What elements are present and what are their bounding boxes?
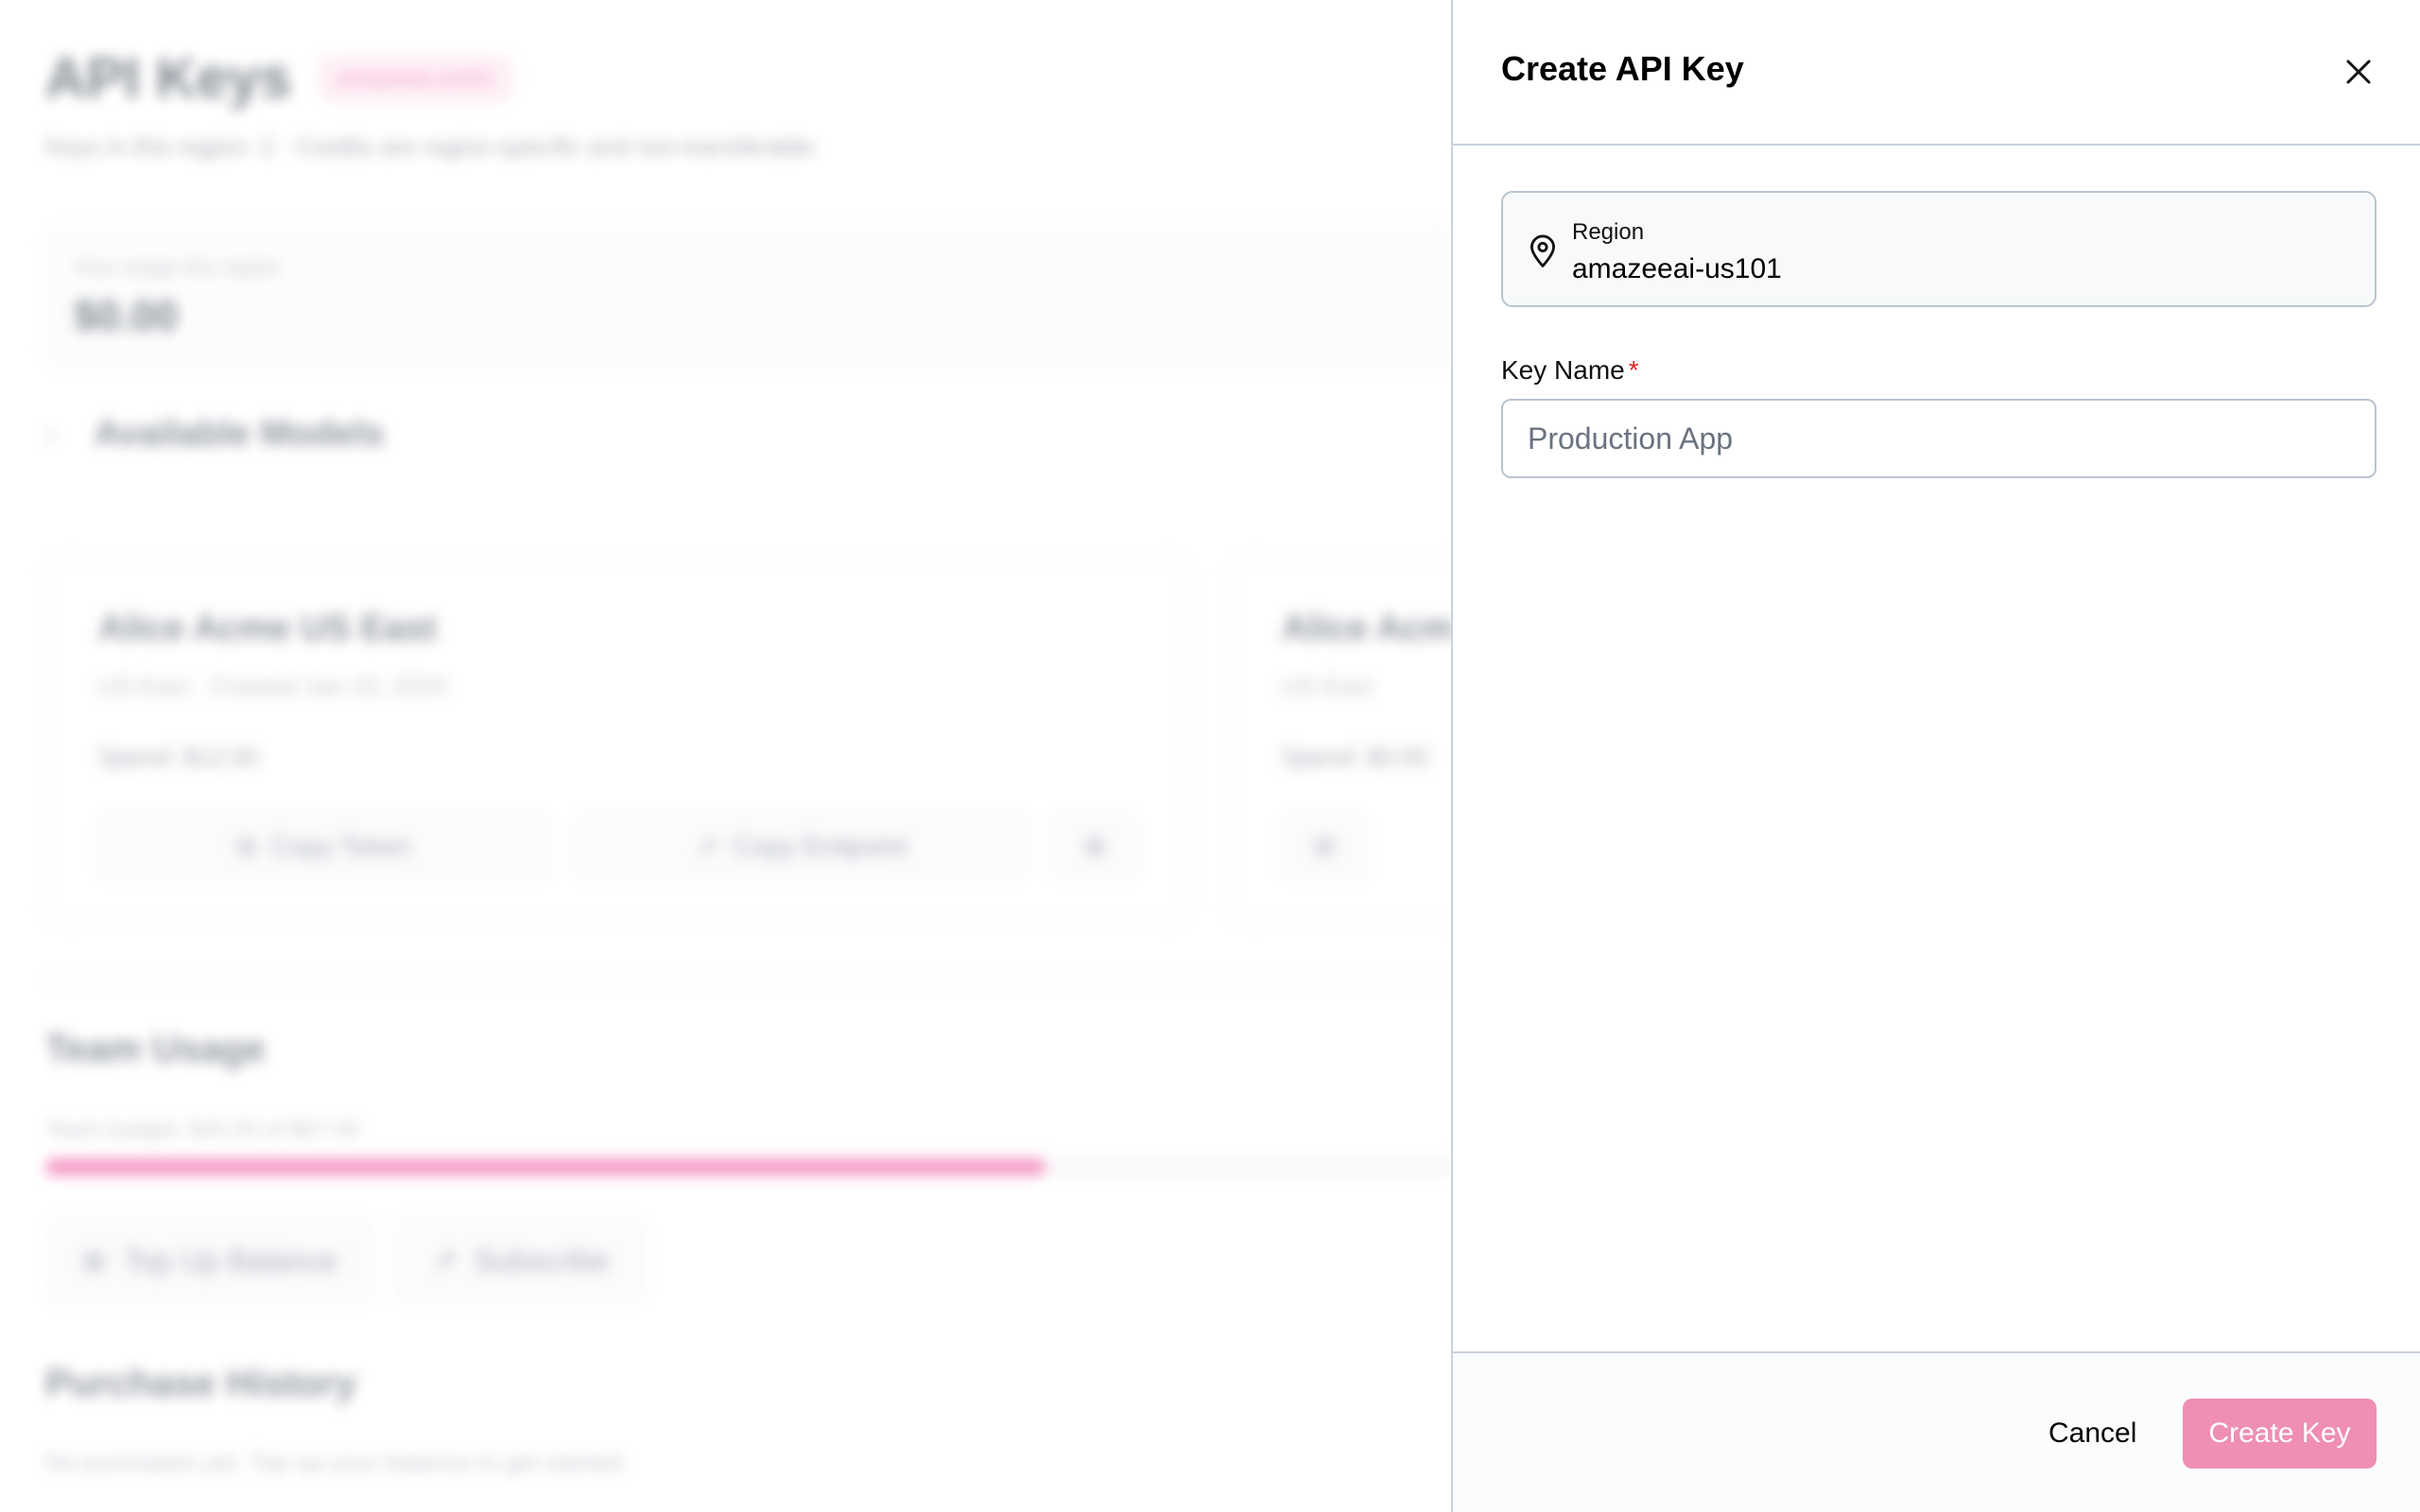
section-divider: [45, 979, 1456, 982]
gear-icon: ⚙: [1082, 832, 1107, 862]
team-usage-title: Team Usage: [45, 1028, 266, 1070]
drawer-footer: Cancel Create Key: [1453, 1351, 2420, 1512]
top-up-button[interactable]: ⊕ Top Up Balance: [45, 1219, 373, 1302]
available-models-toggle[interactable]: › Available Models: [45, 414, 384, 455]
api-key-card: Alice Acme US East Spend: $0.00 ⚙: [1229, 556, 1456, 924]
meta-separator: ·: [195, 672, 211, 700]
api-key-card: Alice Acme US East US East · Created Jan…: [45, 556, 1189, 924]
close-button[interactable]: [2332, 45, 2385, 98]
page-title: API Keys: [45, 46, 292, 110]
copy-token-label: Copy Token: [270, 832, 411, 861]
team-budget-progress-fill: [45, 1159, 1046, 1176]
subscribe-button[interactable]: ↗ Subscribe: [395, 1219, 645, 1302]
api-key-actions: ⧉ Copy Token ↗ Copy Endpoint ⚙: [98, 814, 1136, 880]
team-budget-progress: [45, 1159, 1456, 1176]
available-models-title: Available Models: [94, 414, 385, 454]
cancel-button[interactable]: Cancel: [2020, 1399, 2165, 1469]
api-key-name: Alice Acme US East: [98, 609, 437, 648]
drawer-title: Create API Key: [1501, 49, 1744, 88]
plus-icon: ⊕: [81, 1244, 107, 1278]
api-key-name: Alice Acme: [1282, 609, 1456, 648]
api-key-region: US East: [1282, 672, 1373, 700]
key-settings-button[interactable]: ⚙: [1053, 814, 1136, 880]
api-key-created: Created Jan 15, 2024: [210, 672, 447, 700]
key-name-label: Key Name *: [1501, 355, 1639, 386]
key-name-input[interactable]: [1501, 399, 2377, 478]
required-indicator: *: [1628, 355, 1639, 385]
usage-label: Your usage this region: [74, 255, 281, 279]
region-badge: amazeeai-us101: [318, 54, 513, 102]
external-link-icon: ↗: [431, 1244, 458, 1278]
key-settings-button[interactable]: ⚙: [1282, 814, 1367, 880]
copy-token-button[interactable]: ⧉ Copy Token: [98, 814, 550, 880]
api-key-actions: ⚙: [1282, 814, 1456, 880]
gear-icon: ⚙: [1312, 832, 1337, 862]
region-value: amazeeai-us101: [1572, 253, 1782, 284]
copy-endpoint-label: Copy Endpoint: [733, 832, 908, 861]
purchase-history-title: Purchase History: [45, 1363, 357, 1404]
page-subtitle: Keys in this region: 2 · Credits are reg…: [45, 132, 815, 161]
copy-endpoint-button[interactable]: ↗ Copy Endpoint: [576, 814, 1028, 880]
copy-icon: ⧉: [236, 831, 256, 861]
create-key-button[interactable]: Create Key: [2183, 1399, 2377, 1469]
api-key-meta: US East: [1282, 672, 1456, 701]
api-key-region: US East: [98, 672, 189, 700]
api-key-spend: Spend: $0.00: [1282, 743, 1428, 771]
team-actions: ⊕ Top Up Balance ↗ Subscribe: [45, 1219, 645, 1302]
chevron-right-icon: ›: [45, 416, 57, 452]
page-header: API Keys amazeeai-us101: [45, 45, 513, 111]
key-name-label-text: Key Name: [1501, 355, 1625, 385]
region-display: Region amazeeai-us101: [1501, 191, 2377, 307]
api-key-spend: Spend: $12.00: [98, 743, 259, 771]
api-key-meta: US East · Created Jan 15, 2024: [98, 672, 1136, 701]
usage-value: $0.00: [74, 293, 179, 339]
purchase-history-empty: No purchases yet. Top up your balance to…: [45, 1448, 629, 1476]
top-up-label: Top Up Balance: [123, 1243, 337, 1278]
drawer-header: Create API Key: [1453, 0, 2420, 146]
team-budget-text: Team budget: $45.00 of $67.00: [45, 1117, 360, 1143]
subscribe-label: Subscribe: [474, 1243, 609, 1278]
background-page: API Keys amazeeai-us101 Keys in this reg…: [0, 0, 1456, 1512]
region-label: Region: [1572, 219, 1645, 245]
create-api-key-drawer: Create API Key Region amazeeai-us101 Key…: [1451, 0, 2420, 1512]
close-icon: [2346, 60, 2371, 84]
usage-card: Your usage this region $0.00: [45, 227, 1456, 369]
external-link-icon: ↗: [696, 832, 718, 862]
map-pin-icon: [1530, 234, 1555, 267]
